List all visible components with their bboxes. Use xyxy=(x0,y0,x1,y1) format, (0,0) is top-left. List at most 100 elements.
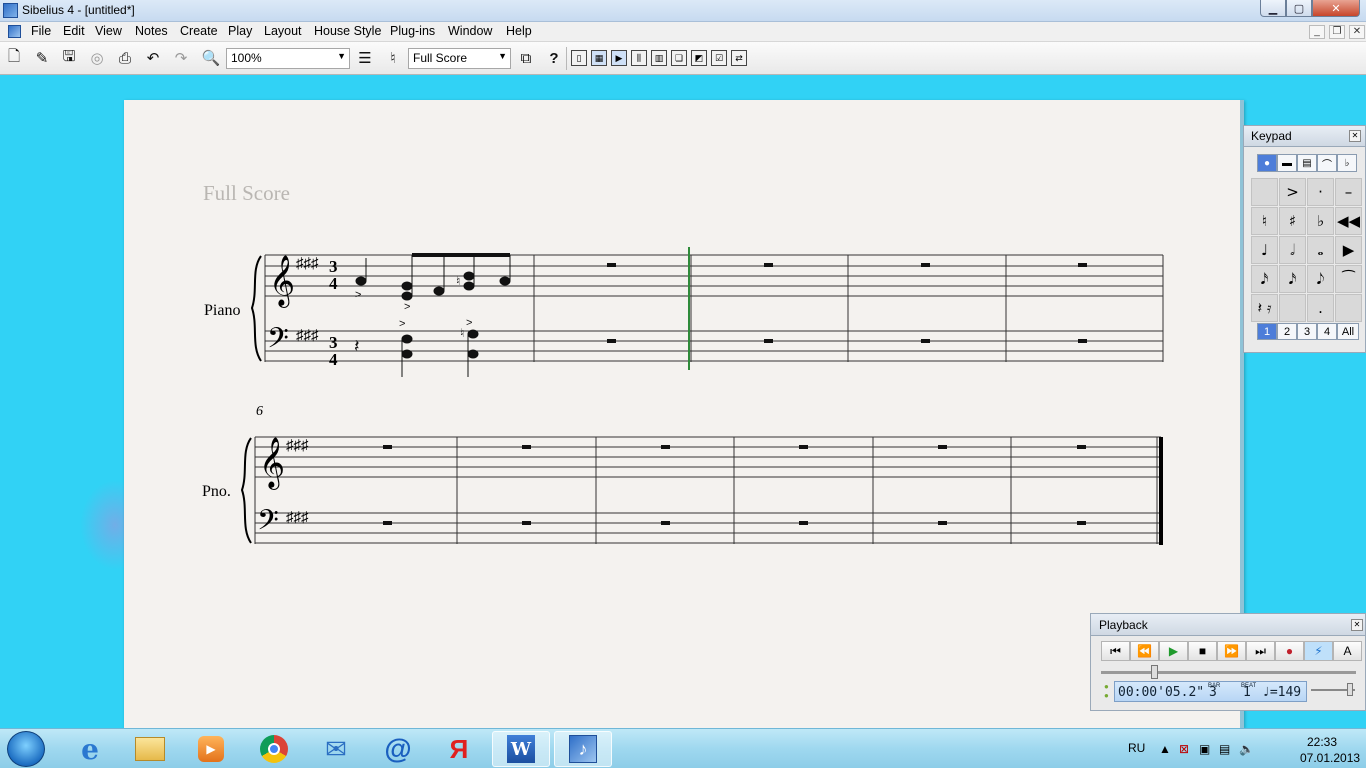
mixer-icon[interactable]: ⫼ xyxy=(631,50,647,66)
menu-view[interactable]: View xyxy=(95,24,122,38)
start-button[interactable] xyxy=(7,731,45,767)
view-select[interactable]: Full Score ▼ xyxy=(408,48,511,69)
keypad-key-staccato[interactable]: · xyxy=(1307,178,1334,206)
taskbar-media-player[interactable]: ▶ xyxy=(182,731,240,767)
properties-icon[interactable]: ☑ xyxy=(711,50,727,66)
menu-create[interactable]: Create xyxy=(180,24,218,38)
save-icon[interactable]: 🖫 xyxy=(59,48,79,68)
document-icon[interactable] xyxy=(8,25,21,38)
live-playback-button[interactable]: ⚡ xyxy=(1304,641,1333,661)
keypad-key-whole[interactable]: 𝅝 xyxy=(1307,236,1334,264)
keypad-layout-2[interactable]: 2 xyxy=(1277,323,1297,340)
sibelius-app-icon[interactable] xyxy=(3,3,18,18)
mdi-close-button[interactable]: ✕ xyxy=(1349,25,1365,39)
keypad-key-rest[interactable]: 𝄽 𝄿 xyxy=(1251,294,1278,322)
taskbar-sibelius[interactable]: ♪ xyxy=(554,731,612,767)
keypad-key-play[interactable]: ▶ xyxy=(1335,236,1362,264)
minimize-button[interactable]: ▁ xyxy=(1260,0,1286,17)
keypad-key-accent[interactable]: > xyxy=(1279,178,1306,206)
keypad-key-natural[interactable]: ♮ xyxy=(1251,207,1278,235)
menu-plug-ins[interactable]: Plug-ins xyxy=(390,24,435,38)
keypad-tab-accidentals[interactable]: ♭ xyxy=(1337,154,1357,172)
keypad-header[interactable]: Keypad ✕ xyxy=(1244,126,1365,147)
taskbar-internet-explorer[interactable]: e xyxy=(61,731,119,767)
open-icon[interactable]: ✎ xyxy=(32,48,52,68)
keypad-tab-beams[interactable]: ▤ xyxy=(1297,154,1317,172)
cd-icon[interactable]: ◎ xyxy=(87,48,107,68)
taskbar-mail[interactable]: ✉ xyxy=(307,731,365,767)
keypad-layout-all[interactable]: All xyxy=(1337,323,1359,340)
keypad-key-thirty-second[interactable]: 𝅘𝅥𝅯 xyxy=(1279,265,1306,293)
transform-icon[interactable]: ⇄ xyxy=(731,50,747,66)
keypad-layout-1[interactable]: 1 xyxy=(1257,323,1277,340)
taskbar-chrome[interactable] xyxy=(245,731,303,767)
close-button[interactable]: ✕ xyxy=(1312,0,1360,17)
go-to-end-button[interactable]: ⏭ xyxy=(1246,641,1275,661)
close-icon[interactable]: ✕ xyxy=(1351,619,1363,631)
staff-icon[interactable]: ♮ xyxy=(383,48,403,68)
menu-layout[interactable]: Layout xyxy=(264,24,302,38)
playback-header[interactable]: Playback ✕ xyxy=(1091,614,1365,636)
tempo-slider-thumb[interactable] xyxy=(1347,683,1353,696)
parts-icon[interactable]: ⧉ xyxy=(516,48,536,68)
language-indicator[interactable]: RU xyxy=(1128,741,1145,755)
keypad-key-quarter[interactable]: ♩ xyxy=(1251,236,1278,264)
score-canvas[interactable]: Piano 𝄞 ♯♯♯ 3 4 𝄢 ♯♯♯ 3 4 > ♮ > 𝄽 > ♮ > … xyxy=(124,100,1244,728)
taskbar-explorer[interactable] xyxy=(121,731,179,767)
keypad-window-icon[interactable]: ◩ xyxy=(691,50,707,66)
keypad-key-sixteenth[interactable]: 𝅘𝅥𝅯 xyxy=(1251,265,1278,293)
undo-icon[interactable]: ↶ xyxy=(143,48,163,68)
keypad-key-dot[interactable]: . xyxy=(1307,294,1334,322)
keypad-key-eighth[interactable]: 𝅘𝅥𝅮 xyxy=(1307,265,1334,293)
monitor-icon[interactable]: ▤ xyxy=(1219,742,1230,756)
keypad-key-rewind[interactable]: ◀◀ xyxy=(1335,207,1362,235)
keypad-key-half[interactable]: 𝅗𝅥 xyxy=(1279,236,1306,264)
go-to-start-button[interactable]: ⏮ xyxy=(1101,641,1130,661)
navigator-icon[interactable]: ▦ xyxy=(591,50,607,66)
tempo-track-button[interactable]: A xyxy=(1333,641,1362,661)
taskbar-yandex-browser[interactable]: Я xyxy=(430,731,488,767)
zoom-select[interactable]: 100% ▼ xyxy=(226,48,350,69)
print-icon[interactable]: ⎙ xyxy=(115,48,135,68)
menu-edit[interactable]: Edit xyxy=(63,24,85,38)
keypad-tab-more-notes[interactable]: ▬ xyxy=(1277,154,1297,172)
keypad-key-sharp[interactable]: ♯ xyxy=(1279,207,1306,235)
panorama-icon[interactable]: ▯ xyxy=(571,50,587,66)
fast-forward-button[interactable]: ⏩ xyxy=(1217,641,1246,661)
menu-notes[interactable]: Notes xyxy=(135,24,168,38)
taskbar-word[interactable]: W xyxy=(492,731,550,767)
playback-panel[interactable]: Playback ✕ ⏮ ⏪ ▶ ■ ⏩ ⏭ ● ⚡ A ● ● 00:00'05… xyxy=(1090,613,1366,711)
position-slider-thumb[interactable] xyxy=(1150,665,1158,679)
score-page[interactable]: Full Score Piano 𝄞 ♯♯♯ 3 4 𝄢 ♯♯♯ 3 4 > ♮… xyxy=(124,100,1244,728)
keypad-key-flat[interactable]: ♭ xyxy=(1307,207,1334,235)
network-warning-icon[interactable]: ⊠ xyxy=(1179,742,1189,756)
video-icon[interactable]: ▥ xyxy=(651,50,667,66)
menu-help[interactable]: Help xyxy=(506,24,532,38)
taskbar-mail-ru-agent[interactable]: @ xyxy=(369,731,427,767)
keypad-layout-4[interactable]: 4 xyxy=(1317,323,1337,340)
keypad-tab-common[interactable]: ● xyxy=(1257,154,1277,172)
menu-play[interactable]: Play xyxy=(228,24,252,38)
keypad-tab-articulations[interactable]: ⌒ xyxy=(1317,154,1337,172)
keypad-key[interactable] xyxy=(1251,178,1278,206)
volume-icon[interactable]: 🔈 xyxy=(1239,742,1254,756)
stop-button[interactable]: ■ xyxy=(1188,641,1217,661)
zoom-icon[interactable]: 🔍 xyxy=(201,48,221,68)
keypad-panel[interactable]: Keypad ✕ ● ▬ ▤ ⌒ ♭ > · – ♮ ♯ ♭ ◀◀ ♩ 𝅗𝅥 𝅝… xyxy=(1243,125,1366,353)
tempo-slider[interactable] xyxy=(1311,683,1355,696)
menu-file[interactable]: File xyxy=(31,24,51,38)
device-icon[interactable]: ▣ xyxy=(1199,742,1210,756)
record-button[interactable]: ● xyxy=(1275,641,1304,661)
ideas-icon[interactable]: ❏ xyxy=(671,50,687,66)
close-icon[interactable]: ✕ xyxy=(1349,130,1361,142)
menu-house-style[interactable]: House Style xyxy=(314,24,381,38)
keypad-key[interactable] xyxy=(1335,294,1362,322)
keypad-key-tie[interactable]: ⁀ xyxy=(1335,265,1362,293)
playback-window-icon[interactable]: ▶ xyxy=(611,50,627,66)
maximize-button[interactable]: ▢ xyxy=(1286,0,1312,17)
rewind-button[interactable]: ⏪ xyxy=(1130,641,1159,661)
keypad-layout-3[interactable]: 3 xyxy=(1297,323,1317,340)
help-icon[interactable]: ? xyxy=(544,48,564,68)
redo-icon[interactable]: ↷ xyxy=(171,48,191,68)
show-hidden-icons[interactable]: ▲ xyxy=(1159,742,1171,756)
